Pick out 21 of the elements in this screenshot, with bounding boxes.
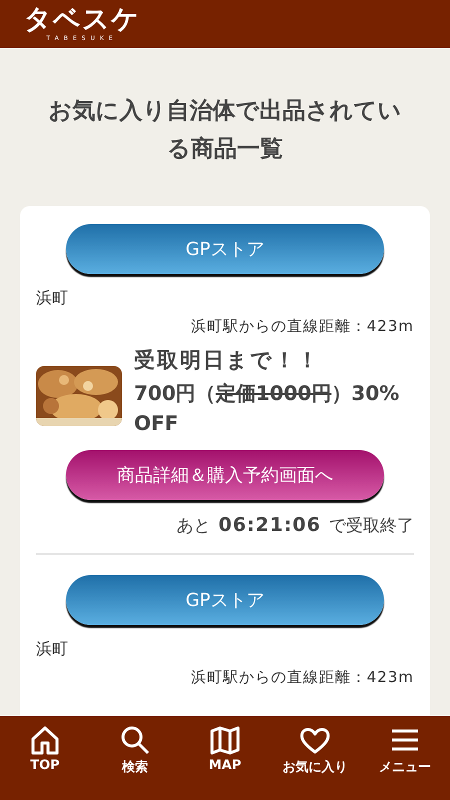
area-name: 浜町 (36, 639, 69, 660)
distance-text: 浜町駅からの直線距離：423m (190, 317, 414, 336)
distance-text: 浜町駅からの直線距離：423m (190, 668, 414, 687)
map-icon (209, 724, 241, 756)
nav-item[interactable]: メニュー (360, 724, 450, 782)
page-title: お気に入り自治体で出品されている商品一覧 (48, 97, 402, 164)
search-icon (119, 724, 151, 756)
nav-item[interactable]: お気に入り (270, 724, 360, 782)
store-button[interactable]: GPストア (66, 575, 384, 625)
home-icon (29, 724, 61, 756)
remaining-time: 06:21:06 (218, 514, 321, 536)
remaining-prefix: あと (176, 515, 210, 537)
deadline-text: 受取明日まで！！ (134, 347, 321, 374)
nav-item[interactable]: 検索 (90, 724, 180, 782)
remaining-suffix: で受取終了 (329, 515, 414, 537)
area-name: 浜町 (36, 288, 69, 309)
nav-item[interactable]: TOP (0, 724, 90, 782)
detail-button[interactable]: 商品詳細＆購入予約画面へ (66, 450, 384, 500)
price-text: 700円（定価1000円）30% OFF (134, 380, 400, 437)
nav-item[interactable]: MAP (180, 724, 270, 782)
store-button[interactable]: GPストア (66, 224, 384, 274)
